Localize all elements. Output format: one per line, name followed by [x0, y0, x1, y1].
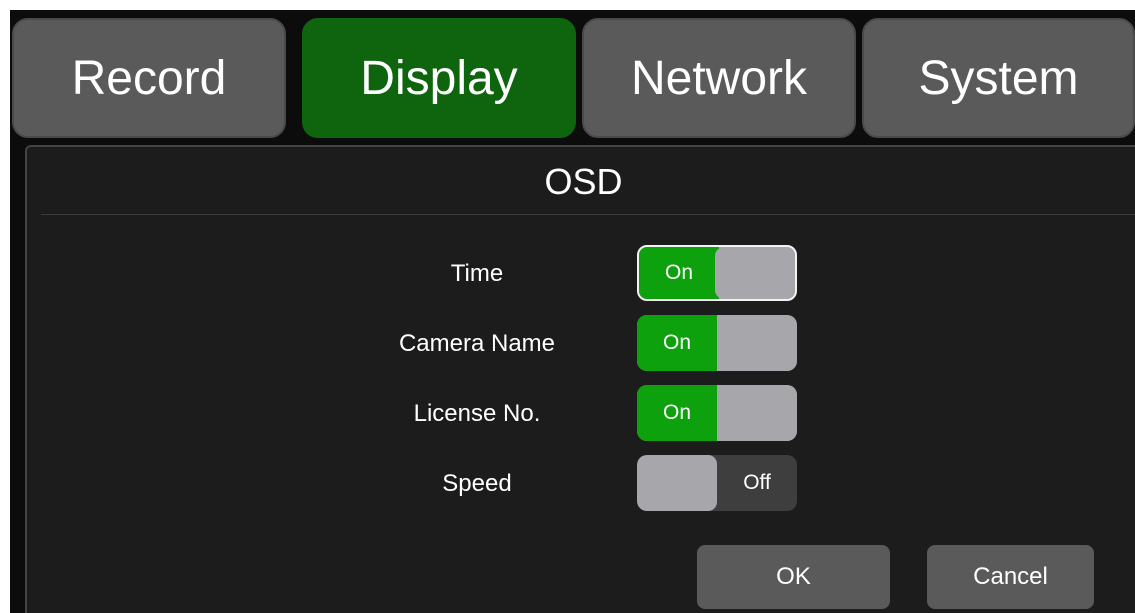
- ok-button[interactable]: OK: [697, 545, 890, 609]
- osd-panel: OSD Time On Camera Name On License No. O…: [25, 145, 1135, 613]
- toggle-knob: [715, 247, 795, 299]
- settings-screen: Record Display Network System OSD Time O…: [10, 10, 1135, 613]
- license-no-toggle[interactable]: On: [637, 385, 797, 441]
- panel-title: OSD: [544, 161, 623, 202]
- tab-display[interactable]: Display: [302, 18, 576, 138]
- toggle-state-label: On: [637, 315, 717, 371]
- camera-name-toggle[interactable]: On: [637, 315, 797, 371]
- tab-network[interactable]: Network: [582, 18, 856, 138]
- toggle-knob: [717, 385, 797, 441]
- title-divider: [41, 214, 1135, 215]
- toggle-state-label: On: [637, 385, 717, 441]
- time-label: Time: [450, 260, 504, 287]
- speed-toggle[interactable]: Off: [637, 455, 797, 511]
- tab-system[interactable]: System: [862, 18, 1135, 138]
- tab-record[interactable]: Record: [12, 18, 286, 138]
- camera-name-label: Camera Name: [398, 330, 556, 357]
- toggle-state-label: Off: [743, 471, 771, 494]
- toggle-knob: [637, 455, 717, 511]
- toggle-state-label: On: [639, 247, 719, 299]
- cancel-button[interactable]: Cancel: [927, 545, 1094, 609]
- toggle-knob: [717, 315, 797, 371]
- time-toggle[interactable]: On: [637, 245, 797, 301]
- speed-label: Speed: [442, 470, 512, 497]
- license-no-label: License No.: [413, 400, 541, 427]
